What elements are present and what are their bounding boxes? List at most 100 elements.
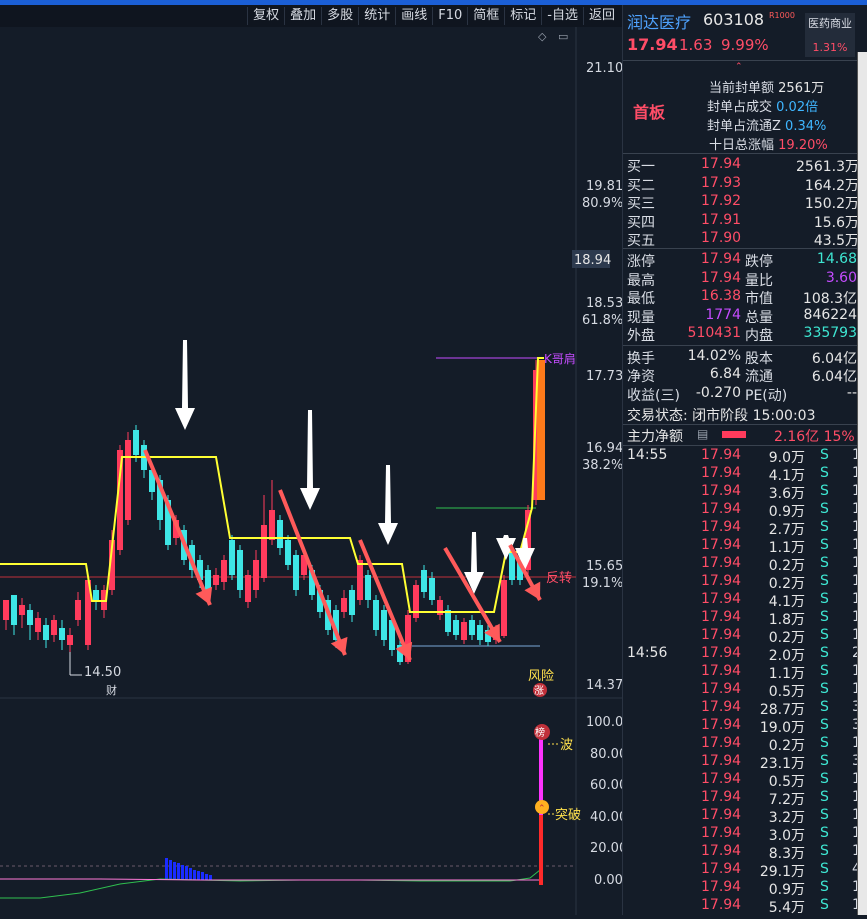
- tick-row: 17.944.1万S1: [627, 591, 861, 610]
- tick-side: S: [820, 825, 829, 841]
- stat-value: 6.84: [709, 366, 741, 382]
- toolbar-button[interactable]: 返回: [582, 7, 620, 25]
- tick-price: 17.94: [701, 645, 742, 661]
- tick-row: 14:5617.942.0万S2: [627, 645, 861, 664]
- stat-key: 量比: [745, 272, 773, 289]
- candle-body: [357, 560, 363, 600]
- stat-row: 现量 1774 总量 846224: [627, 307, 859, 326]
- candle-body: [229, 540, 235, 575]
- candle-body: [461, 622, 467, 640]
- tick-row: 17.943.2万S1: [627, 807, 861, 826]
- tick-price: 17.94: [701, 483, 742, 499]
- seal-value: 2561万: [778, 81, 825, 96]
- indicator-bar: [189, 868, 192, 880]
- toolbar-button[interactable]: 统计: [358, 7, 395, 25]
- tick-row: 17.942.7万S1: [627, 519, 861, 538]
- order-book-row[interactable]: 买四 17.91 15.6万: [627, 212, 859, 231]
- toolbar-button[interactable]: 标记: [504, 7, 541, 25]
- order-book-row[interactable]: 买三 17.92 150.2万: [627, 193, 859, 212]
- stat-value: 108.3亿: [802, 291, 857, 307]
- stat-key: 涨停: [627, 254, 655, 270]
- toolbar-button[interactable]: -自选: [541, 7, 583, 25]
- tick-row: 17.9423.1万S3: [627, 753, 861, 772]
- toolbar-button[interactable]: 画线: [395, 7, 432, 25]
- tick-price: 17.94: [701, 825, 742, 841]
- stock-name[interactable]: 润达医疗: [627, 9, 691, 33]
- order-level: 买四: [627, 214, 655, 231]
- tick-row: 17.940.9万S1: [627, 879, 861, 898]
- tick-volume: 5.4万: [768, 900, 805, 916]
- order-book-row[interactable]: 买五 17.90 43.5万: [627, 230, 859, 249]
- candle-body: [67, 635, 73, 645]
- candle-body: [269, 510, 275, 540]
- sector-pct: 1.31%: [812, 41, 848, 54]
- stat-key: 净资: [627, 369, 655, 385]
- risk-label: 风险: [528, 669, 554, 684]
- order-level: 买二: [627, 177, 655, 194]
- tick-side: S: [820, 879, 829, 895]
- toolbar-button[interactable]: 多股: [321, 7, 358, 25]
- sector-badge[interactable]: 医药商业 1.31%: [805, 13, 855, 57]
- chevron-up-icon[interactable]: ⌃: [735, 62, 743, 72]
- tick-price: 17.94: [701, 879, 742, 895]
- toolbar-button[interactable]: 叠加: [284, 7, 321, 25]
- tick-volume: 4.1万: [768, 594, 805, 610]
- main-flow-label: 主力净额: [627, 429, 683, 445]
- main-flow-value: 2.16亿 15%: [774, 429, 855, 445]
- seal-key: 十日总涨幅: [709, 138, 775, 153]
- tick-volume: 0.9万: [768, 882, 805, 898]
- order-volume: 2561.3万: [796, 159, 859, 175]
- tick-price: 17.94: [701, 501, 742, 517]
- tick-side: S: [820, 843, 829, 859]
- axis-label: 16.94: [586, 441, 622, 456]
- current-price-label: 18.94: [574, 253, 611, 268]
- tick-side: S: [820, 717, 829, 733]
- tick-row: 17.941.1万S1: [627, 537, 861, 556]
- candle-body: [453, 620, 459, 635]
- stat-value: -0.270: [695, 384, 741, 401]
- candle-body: [205, 570, 211, 590]
- tick-time: 14:55: [627, 447, 668, 463]
- reverse-label: 反转: [546, 571, 572, 586]
- diamond-icon[interactable]: ◇: [538, 30, 547, 43]
- tick-row: 17.940.9万S1: [627, 501, 861, 520]
- index-tag: R1000: [769, 11, 795, 20]
- low-price-label: 14.50: [84, 665, 121, 680]
- kline-chart[interactable]: ◇ ▭ 21.10 19.81 80.9% 18.94 18.53 61.8% …: [0, 27, 632, 915]
- order-level: 买五: [627, 233, 655, 249]
- stat-row: 外盘 510431 内盘 335793: [627, 325, 859, 344]
- stat-value: 6.04亿: [811, 350, 857, 367]
- tick-row: 17.9419.0万S3: [627, 717, 861, 736]
- tick-row: 17.9429.1万S4: [627, 861, 861, 880]
- toolbar-button[interactable]: F10: [432, 7, 467, 25]
- tick-price: 17.94: [701, 735, 742, 751]
- axis-label: 17.73: [586, 369, 622, 384]
- order-book-row[interactable]: 买一 17.94 2561.3万: [627, 156, 859, 175]
- indicator-bar: [201, 872, 204, 880]
- toolbar-button[interactable]: 简框: [467, 7, 504, 25]
- seal-key: 封单占流通Z: [707, 119, 781, 134]
- stat-row: 最低 16.38 市值 108.3亿: [627, 288, 859, 307]
- tick-price: 17.94: [701, 447, 742, 463]
- axis-label: 14.37: [586, 678, 622, 693]
- toolbar-button[interactable]: 复权: [247, 7, 284, 25]
- tick-row: 17.943.0万S1: [627, 825, 861, 844]
- tick-volume: 7.2万: [768, 792, 805, 808]
- order-book-row[interactable]: 买二 17.93 164.2万: [627, 175, 859, 194]
- indicator-axis-label: 20.00: [590, 841, 622, 856]
- tick-price: 17.94: [701, 771, 742, 787]
- collapse-icon[interactable]: ▭: [558, 30, 568, 43]
- stat-value: --: [846, 384, 857, 401]
- candle-body: [365, 575, 371, 600]
- tick-volume: 0.5万: [768, 774, 805, 790]
- tick-volume: 2.0万: [768, 648, 805, 664]
- tick-side: S: [820, 609, 829, 625]
- list-icon[interactable]: ▤: [697, 427, 708, 441]
- candle-body: [213, 575, 219, 585]
- seal-key: 当前封单额: [709, 81, 775, 96]
- finance-marker[interactable]: 财: [106, 683, 117, 697]
- candle-body: [19, 605, 25, 615]
- tick-side: S: [820, 591, 829, 607]
- indicator-axis-label: 80.00: [590, 747, 622, 762]
- trade-status: 交易状态: 闭市阶段 15:00:03: [627, 408, 816, 424]
